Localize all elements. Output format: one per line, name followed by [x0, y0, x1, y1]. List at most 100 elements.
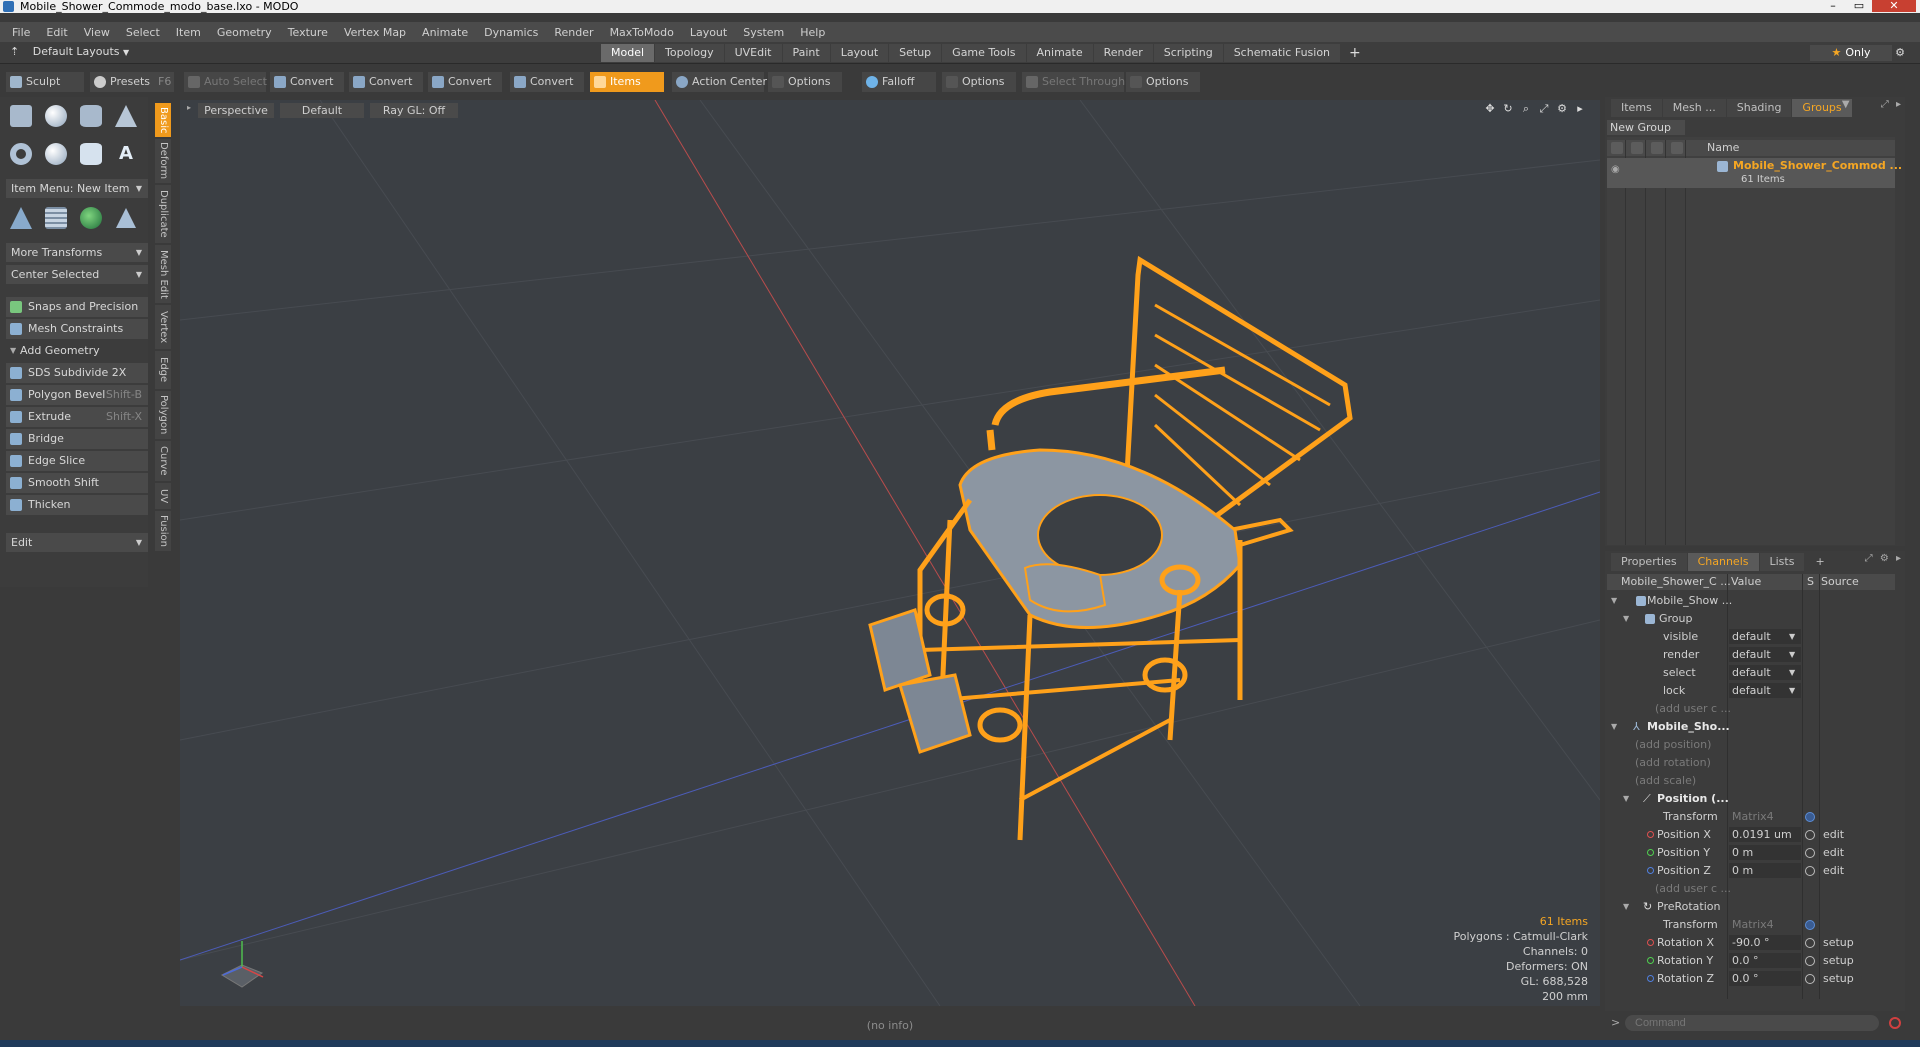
- tab-items[interactable]: Items: [1611, 99, 1662, 117]
- menu-layout[interactable]: Layout: [682, 26, 735, 39]
- chevron-down-icon[interactable]: ▼: [1789, 682, 1795, 700]
- channel-row[interactable]: ▼ ↻ PreRotation: [1607, 898, 1895, 916]
- channel-value[interactable]: 0.0 °: [1729, 953, 1801, 968]
- fit-view-icon[interactable]: ⤢: [1537, 102, 1551, 116]
- view-mode-dropdown[interactable]: Perspective: [198, 103, 274, 118]
- channel-value[interactable]: 0.0191 um: [1729, 827, 1801, 842]
- edit-dropdown[interactable]: Edit ▼: [6, 533, 148, 552]
- options-button-1[interactable]: Options: [768, 72, 842, 92]
- channel-row[interactable]: Rotation X -90.0 ° setup: [1607, 934, 1895, 952]
- convert-polygons-button[interactable]: Convert: [428, 72, 502, 92]
- channel-row[interactable]: Position X 0.0191 um edit: [1607, 826, 1895, 844]
- viewport-gear-icon[interactable]: ⚙: [1555, 102, 1569, 116]
- channel-value[interactable]: 0.0 °: [1729, 971, 1801, 986]
- tab-game-tools[interactable]: Game Tools: [942, 44, 1026, 62]
- auto-select-button[interactable]: Auto Select: [184, 72, 267, 92]
- channel-name-header[interactable]: Mobile_Shower_C ...: [1621, 574, 1731, 590]
- channel-row[interactable]: Transform Matrix4: [1607, 808, 1895, 826]
- state-circle-icon[interactable]: [1805, 938, 1815, 948]
- tool-polygon-bevel[interactable]: Polygon Bevel Shift-B: [6, 385, 148, 405]
- expand-triangle-icon[interactable]: ▼: [1611, 592, 1617, 610]
- vtab-basic[interactable]: Basic: [155, 103, 171, 137]
- channel-row[interactable]: Rotation Z 0.0 ° setup: [1607, 970, 1895, 988]
- tab-shading[interactable]: Shading: [1726, 99, 1792, 117]
- vtab-duplicate[interactable]: Duplicate: [155, 185, 171, 243]
- close-icon[interactable]: ✕: [1872, 0, 1916, 12]
- new-group-button[interactable]: New Group: [1607, 120, 1685, 135]
- sphere-tool[interactable]: [41, 101, 71, 131]
- add-panel-tab-button[interactable]: +: [1805, 553, 1834, 571]
- menu-animate[interactable]: Animate: [414, 26, 476, 39]
- channel-row[interactable]: Rotation Y 0.0 ° setup: [1607, 952, 1895, 970]
- maximize-icon[interactable]: ▭: [1846, 0, 1872, 12]
- sculpt-button[interactable]: Sculpt: [6, 72, 84, 92]
- tool-edge-slice[interactable]: Edge Slice: [6, 451, 148, 471]
- light-tool[interactable]: [111, 203, 141, 233]
- state-circle-icon[interactable]: [1805, 830, 1815, 840]
- channel-row[interactable]: (add position): [1607, 736, 1895, 754]
- tool-smooth-shift[interactable]: Smooth Shift: [6, 473, 148, 493]
- presets-button[interactable]: Presets F6: [90, 72, 174, 92]
- record-icon[interactable]: [1889, 1017, 1901, 1029]
- channel-source-header[interactable]: Source: [1821, 574, 1859, 590]
- center-selected-dropdown[interactable]: Center Selected ▼: [6, 265, 148, 284]
- move-view-icon[interactable]: ✥: [1483, 102, 1497, 116]
- name-column-header[interactable]: Name: [1707, 140, 1739, 156]
- tool-thicken[interactable]: Thicken: [6, 495, 148, 515]
- channel-row[interactable]: visible default ▼: [1607, 628, 1895, 646]
- shading-dropdown[interactable]: Default: [280, 103, 364, 118]
- 3d-viewport[interactable]: [180, 100, 1600, 1006]
- menu-edit[interactable]: Edit: [38, 26, 75, 39]
- items-mode-button[interactable]: Items: [590, 72, 664, 92]
- panel-expand-icon[interactable]: ⤢: [1881, 99, 1889, 110]
- vtab-polygon[interactable]: Polygon: [155, 391, 171, 439]
- chevron-down-icon[interactable]: ▼: [1789, 628, 1795, 646]
- expand-triangle-icon[interactable]: ▼: [1623, 610, 1629, 628]
- gear-icon[interactable]: ⚙: [1891, 45, 1909, 61]
- environment-tool[interactable]: [76, 203, 106, 233]
- menu-system[interactable]: System: [735, 26, 792, 39]
- expand-triangle-icon[interactable]: ▼: [1623, 790, 1629, 808]
- capsule-tool[interactable]: [41, 139, 71, 169]
- cone-tool[interactable]: [111, 101, 141, 131]
- zoom-view-icon[interactable]: ⌕: [1519, 102, 1533, 116]
- tab-lists[interactable]: Lists: [1759, 553, 1805, 571]
- menu-view[interactable]: View: [76, 26, 118, 39]
- expand-triangle-icon[interactable]: ▼: [1611, 718, 1617, 736]
- tab-setup[interactable]: Setup: [889, 44, 942, 62]
- channel-row[interactable]: ▼ Mobile_Show ...: [1607, 592, 1895, 610]
- convert-vertices-button[interactable]: Convert: [270, 72, 344, 92]
- cube-tool[interactable]: [6, 101, 36, 131]
- state-circle-icon[interactable]: [1805, 956, 1815, 966]
- convert-items-button[interactable]: Convert: [510, 72, 584, 92]
- chevron-down-icon[interactable]: ▼: [1789, 664, 1795, 682]
- panel-gear-icon[interactable]: ⚙: [1880, 553, 1889, 564]
- eye-icon[interactable]: ◉: [1611, 164, 1620, 175]
- menu-dynamics[interactable]: Dynamics: [476, 26, 546, 39]
- tab-render[interactable]: Render: [1093, 44, 1153, 62]
- item-menu-dropdown[interactable]: Item Menu: New Item ▼: [6, 179, 148, 198]
- pen-tool[interactable]: [76, 139, 106, 169]
- panel-dropdown-icon[interactable]: ▼: [1842, 99, 1850, 110]
- options-button-3[interactable]: Options: [1126, 72, 1200, 92]
- command-input[interactable]: [1625, 1015, 1879, 1031]
- options-button-2[interactable]: Options: [942, 72, 1016, 92]
- vtab-vertex[interactable]: Vertex: [155, 305, 171, 349]
- viewport-menu-icon[interactable]: ▸: [187, 103, 191, 112]
- menu-help[interactable]: Help: [792, 26, 833, 39]
- visibility-col-icon[interactable]: [1611, 142, 1623, 154]
- channel-row[interactable]: render default ▼: [1607, 646, 1895, 664]
- vtab-fusion[interactable]: Fusion: [155, 511, 171, 551]
- chevron-down-icon[interactable]: ▼: [1789, 646, 1795, 664]
- channel-row[interactable]: lock default ▼: [1607, 682, 1895, 700]
- menu-texture[interactable]: Texture: [280, 26, 336, 39]
- channel-row[interactable]: ▼ Group: [1607, 610, 1895, 628]
- expand-triangle-icon[interactable]: ▼: [1623, 898, 1629, 916]
- menu-render[interactable]: Render: [546, 26, 601, 39]
- mesh-constraints-button[interactable]: Mesh Constraints: [6, 319, 148, 339]
- tab-properties[interactable]: Properties: [1611, 553, 1687, 571]
- tab-uvedit[interactable]: UVEdit: [724, 44, 782, 62]
- select-col-icon[interactable]: [1671, 142, 1683, 154]
- vtab-uv[interactable]: UV: [155, 483, 171, 509]
- channel-value[interactable]: -90.0 °: [1729, 935, 1801, 950]
